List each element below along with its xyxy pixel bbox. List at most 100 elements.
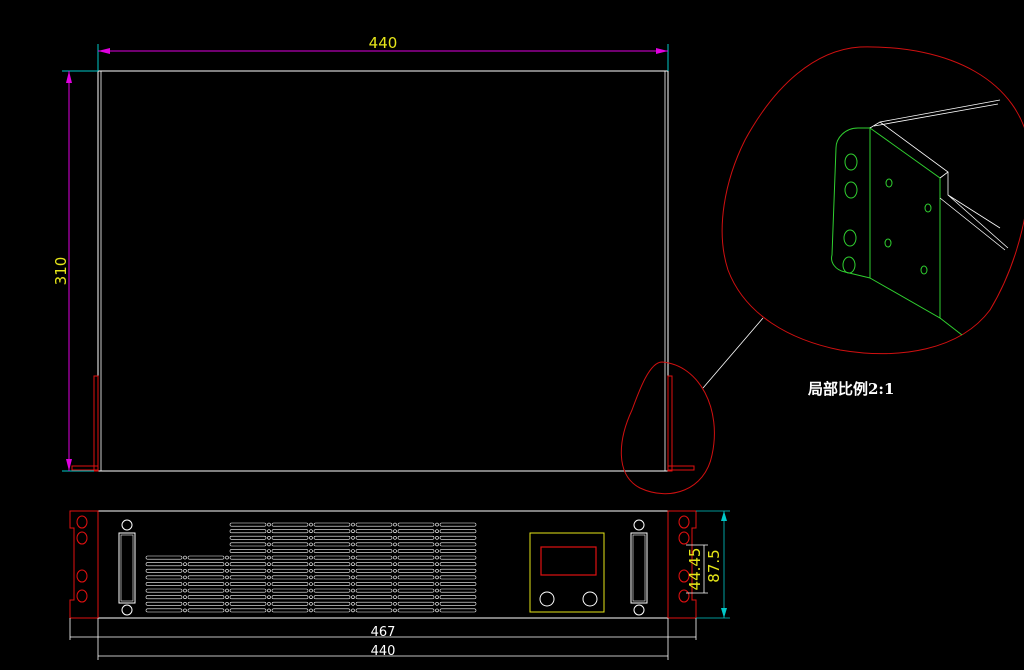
rack-ear-hole xyxy=(76,569,88,583)
front-view: 467 440 87.5 44.45 xyxy=(69,510,730,660)
vent-slot xyxy=(355,588,393,593)
vent-dot xyxy=(393,601,397,606)
vent-dot xyxy=(393,588,397,593)
vent-slot xyxy=(439,568,477,573)
vent-slot xyxy=(355,568,393,573)
vent-dot xyxy=(225,588,229,593)
vent-dot xyxy=(267,582,271,586)
vent-dot xyxy=(267,601,271,606)
vent-slot xyxy=(187,608,225,613)
vent-slot xyxy=(229,582,267,586)
vent-slot xyxy=(355,535,393,540)
vent-dot xyxy=(435,582,439,586)
detail-green-line xyxy=(939,317,963,336)
vent-slot xyxy=(187,555,225,560)
rack-ear-hole xyxy=(678,589,690,603)
vent-slot xyxy=(271,562,309,567)
handle-screw xyxy=(121,519,133,531)
vent-slot xyxy=(313,601,351,606)
vent-dot xyxy=(309,588,313,593)
vent-dot xyxy=(225,608,229,613)
right-rack-bracket xyxy=(667,375,673,472)
vent-slot xyxy=(439,529,477,534)
vent-dot xyxy=(183,595,187,600)
vent-slot xyxy=(355,529,393,534)
vent-dot xyxy=(351,601,355,606)
vent-slot xyxy=(229,535,267,540)
vent-slot xyxy=(439,608,477,613)
vent-slot xyxy=(397,542,435,547)
cad-drawing: 440 310 局部比例2:1 467 440 87.5 44.45 xyxy=(52,34,1024,660)
handle-screw xyxy=(633,519,645,531)
display-knob-left xyxy=(539,591,555,607)
vent-slot xyxy=(439,562,477,567)
vent-slot xyxy=(439,595,477,600)
vent-slot xyxy=(313,522,351,527)
vent-dot xyxy=(351,542,355,547)
detail-bracket-flange xyxy=(831,127,871,279)
vent-slot xyxy=(355,608,393,613)
vent-dot xyxy=(267,549,271,553)
vent-dot xyxy=(393,535,397,540)
vent-dot xyxy=(267,555,271,560)
vent-dot xyxy=(267,535,271,540)
right-handle-inner xyxy=(632,534,646,602)
vent-dot xyxy=(183,568,187,573)
vent-dot xyxy=(225,575,229,580)
vent-dot xyxy=(309,562,313,567)
vent-slot xyxy=(187,582,225,586)
vent-dot xyxy=(183,601,187,606)
vent-dot xyxy=(225,595,229,600)
detail-hole xyxy=(924,203,932,213)
vent-dot xyxy=(351,582,355,586)
vent-slot xyxy=(313,542,351,547)
detail-chassis-edge xyxy=(939,172,1009,251)
vent-dot xyxy=(435,608,439,613)
vent-dot xyxy=(267,568,271,573)
vent-dot xyxy=(183,555,187,560)
left-rack-bracket xyxy=(93,375,99,472)
vent-dot xyxy=(183,562,187,567)
vent-dot xyxy=(309,555,313,560)
vent-dot xyxy=(435,601,439,606)
vent-dot xyxy=(351,529,355,534)
vent-slot xyxy=(355,542,393,547)
vent-dot xyxy=(309,522,313,527)
vent-slot xyxy=(145,562,183,567)
vent-dot xyxy=(351,555,355,560)
vent-dot xyxy=(225,601,229,606)
vent-dot xyxy=(309,535,313,540)
vent-slot xyxy=(397,608,435,613)
vent-dot xyxy=(435,522,439,527)
vent-slot xyxy=(355,582,393,586)
display-screen xyxy=(540,546,597,576)
vent-slot xyxy=(145,582,183,586)
vent-slot xyxy=(313,568,351,573)
vent-dot xyxy=(435,588,439,593)
vent-slot xyxy=(229,529,267,534)
vent-slot xyxy=(145,575,183,580)
vent-slot xyxy=(187,595,225,600)
vent-slot xyxy=(313,575,351,580)
rack-ear-hole xyxy=(76,515,88,529)
vent-dot xyxy=(225,568,229,573)
vent-slot xyxy=(397,595,435,600)
detail-hole xyxy=(885,178,893,188)
vent-slot xyxy=(355,549,393,553)
vent-slot xyxy=(313,555,351,560)
vent-slot xyxy=(145,595,183,600)
vent-slot xyxy=(397,588,435,593)
vent-slot xyxy=(229,522,267,527)
top-view: 440 310 xyxy=(52,34,695,472)
handle-screw xyxy=(121,604,133,616)
vent-slot xyxy=(229,542,267,547)
top-depth-label: 310 xyxy=(52,257,70,286)
vent-dot xyxy=(309,542,313,547)
vent-dot xyxy=(183,588,187,593)
dim-arrow xyxy=(656,48,668,54)
vent-dot xyxy=(435,555,439,560)
dim-arrow xyxy=(66,71,72,83)
vent-slot xyxy=(187,601,225,606)
vent-slot xyxy=(313,529,351,534)
vent-slot xyxy=(187,588,225,593)
